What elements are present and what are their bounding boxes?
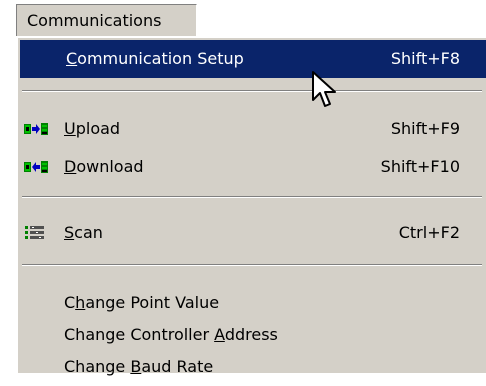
communications-dropdown: Communication Setup Shift+F8 Upload Shif… <box>16 36 486 376</box>
menu-bar: Communications <box>0 0 486 38</box>
menu-item-label: Communication Setup <box>66 49 244 68</box>
menu-item-shortcut: Shift+F10 <box>380 157 460 176</box>
menu-separator <box>22 196 482 198</box>
menu-item-label: Download <box>64 157 144 176</box>
menu-item-label: Change Baud Rate <box>64 357 214 376</box>
menu-item-shortcut: Shift+F8 <box>390 49 460 68</box>
scan-icon <box>25 226 44 239</box>
menu-item-upload[interactable]: Upload Shift+F9 <box>18 110 486 148</box>
upload-icon <box>24 123 48 135</box>
menu-item-download[interactable]: Download Shift+F10 <box>18 148 486 186</box>
menu-item-change-baud-rate[interactable]: Change Baud Rate <box>18 348 486 386</box>
menu-item-shortcut: Shift+F9 <box>390 119 460 138</box>
menu-separator <box>22 264 482 266</box>
download-icon <box>24 161 48 173</box>
menu-separator <box>22 90 482 92</box>
arrow-pointer-icon <box>312 71 336 107</box>
menu-item-label: Upload <box>64 119 121 138</box>
menu-item-communication-setup[interactable]: Communication Setup Shift+F8 <box>20 40 486 78</box>
menu-item-shortcut: Ctrl+F2 <box>398 223 460 242</box>
menu-title-label: Communications <box>27 11 162 30</box>
menu-item-label: Scan <box>64 223 103 242</box>
menu-item-scan[interactable]: Scan Ctrl+F2 <box>18 214 486 252</box>
menu-communications[interactable]: Communications <box>16 4 197 36</box>
